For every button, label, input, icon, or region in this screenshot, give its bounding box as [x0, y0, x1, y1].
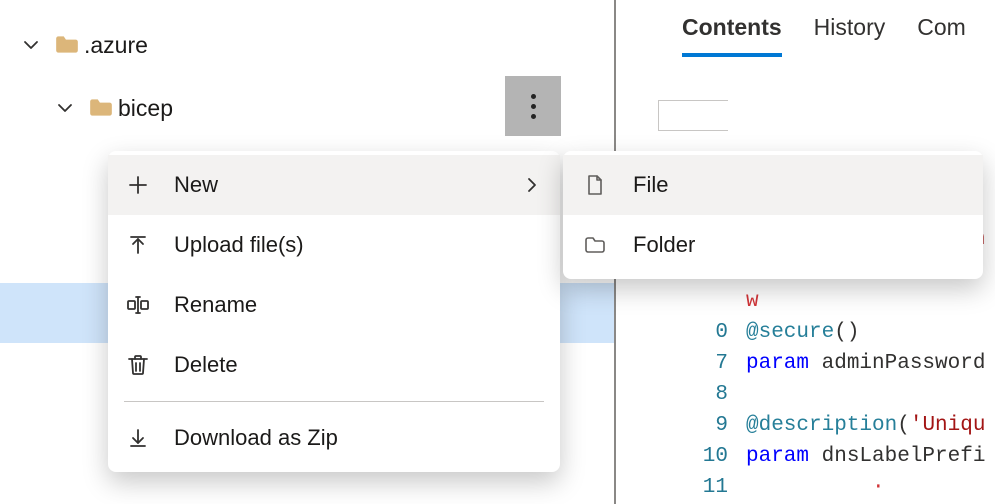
menu-item-label: Rename: [174, 292, 542, 318]
tree-item-label: bicep: [118, 95, 173, 122]
chevron-right-icon: [514, 175, 542, 195]
more-actions-button[interactable]: [505, 76, 561, 136]
line-number: 9: [658, 410, 746, 441]
submenu-file[interactable]: File: [563, 155, 983, 215]
menu-item-label: Delete: [174, 352, 542, 378]
code-line: 8: [658, 379, 995, 410]
menu-separator: [124, 401, 544, 402]
line-number: 7: [658, 348, 746, 379]
kebab-dot-icon: [531, 114, 536, 119]
menu-item-label: Upload file(s): [174, 232, 542, 258]
rename-icon: [126, 293, 174, 317]
code-line: w: [658, 286, 995, 317]
code-content: param adminPassword: [746, 348, 985, 379]
file-icon: [583, 173, 633, 197]
tree-item-azure[interactable]: .azure: [0, 15, 614, 75]
code-line: 7param adminPassword: [658, 348, 995, 379]
context-menu-delete[interactable]: Delete: [108, 335, 560, 395]
code-line: 0@secure(): [658, 317, 995, 348]
kebab-dot-icon: [531, 94, 536, 99]
code-line: 9@description('Uniqu: [658, 410, 995, 441]
upload-icon: [126, 233, 174, 257]
submenu-item-label: File: [633, 172, 668, 198]
line-number: 0: [658, 317, 746, 348]
menu-item-label: New: [174, 172, 514, 198]
chevron-down-icon: [18, 35, 44, 55]
gutter-current-line: [658, 100, 728, 131]
code-content: param dnsLabelPrefi: [746, 441, 985, 472]
folder-icon: [84, 95, 118, 121]
code-content: @secure(): [746, 317, 859, 348]
folder-icon: [50, 32, 84, 58]
code-line: 10param dnsLabelPrefi: [658, 441, 995, 472]
context-menu-new[interactable]: New: [108, 155, 560, 215]
code-line: 11 ·: [658, 472, 995, 503]
code-content: @description('Uniqu: [746, 410, 985, 441]
submenu-new: File Folder: [563, 151, 983, 279]
tab-contents[interactable]: Contents: [682, 14, 782, 51]
tree-item-label: .azure: [84, 32, 148, 59]
tab-compare[interactable]: Com: [917, 14, 966, 51]
line-number: 11: [658, 472, 746, 503]
line-number: [658, 286, 746, 317]
plus-icon: [126, 173, 174, 197]
menu-item-label: Download as Zip: [174, 425, 542, 451]
submenu-item-label: Folder: [633, 232, 695, 258]
submenu-folder[interactable]: Folder: [563, 215, 983, 275]
download-icon: [126, 426, 174, 450]
code-content: w: [746, 286, 759, 317]
trash-icon: [126, 353, 174, 377]
tab-history[interactable]: History: [814, 14, 886, 51]
line-number: 8: [658, 379, 746, 410]
editor-tabs: Contents History Com: [618, 0, 995, 51]
chevron-down-icon: [52, 98, 78, 118]
context-menu-upload[interactable]: Upload file(s): [108, 215, 560, 275]
line-number: 10: [658, 441, 746, 472]
folder-outline-icon: [583, 233, 633, 257]
code-content: ·: [746, 472, 885, 503]
kebab-dot-icon: [531, 104, 536, 109]
context-menu: New Upload file(s) Rename: [108, 151, 560, 472]
context-menu-rename[interactable]: Rename: [108, 275, 560, 335]
context-menu-download[interactable]: Download as Zip: [108, 408, 560, 468]
